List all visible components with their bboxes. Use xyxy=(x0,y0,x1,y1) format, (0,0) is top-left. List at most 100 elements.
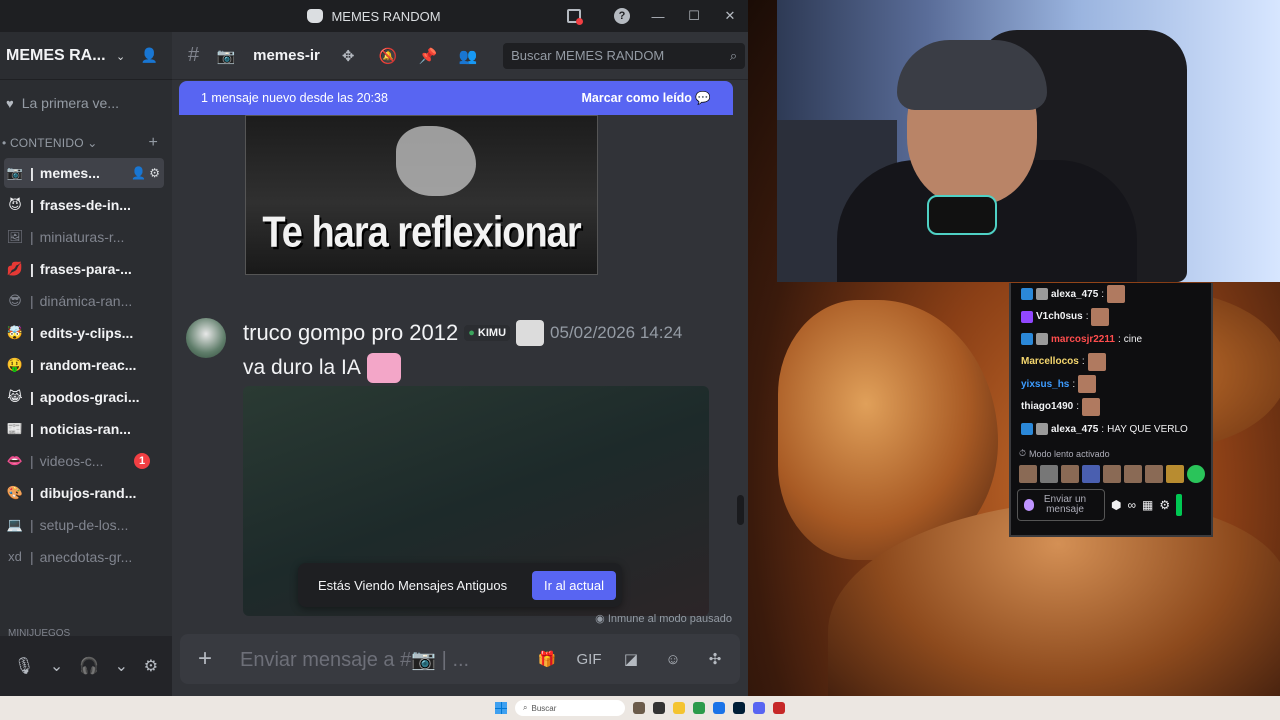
headphones-icon[interactable]: 🎧 xyxy=(79,656,99,676)
store-icon[interactable]: ▦ xyxy=(1142,498,1153,512)
close-button[interactable]: ✕ xyxy=(712,8,748,24)
search-input[interactable]: Buscar MEMES RANDOM ⌕ xyxy=(503,42,746,69)
chat-username[interactable]: Marcellocos xyxy=(1021,356,1079,367)
avatar[interactable] xyxy=(186,318,226,358)
browser-icon[interactable] xyxy=(713,702,725,714)
attach-plus-icon[interactable]: + xyxy=(198,645,220,673)
server-name[interactable]: MEMES RA... xyxy=(6,47,106,64)
composer-separator: | xyxy=(441,648,447,671)
emoji-icon[interactable]: ☺ xyxy=(658,651,688,668)
mark-as-read-label: Marcar como leído xyxy=(581,90,692,105)
microphone-icon[interactable]: 🎙 xyxy=(14,656,34,676)
sticker-icon[interactable]: ◪ xyxy=(616,650,646,668)
discord-window: MEMES RANDOM ? — ☐ ✕ MEMES RA... ⌄ 👤 ♥ L… xyxy=(0,0,748,696)
sidebar-channel-item[interactable]: xd | anecdotas-gr... xyxy=(4,542,164,572)
minimize-button[interactable]: — xyxy=(640,9,676,24)
help-icon[interactable]: ? xyxy=(614,8,630,24)
new-messages-banner[interactable]: 1 mensaje nuevo desde las 20:38 Marcar c… xyxy=(179,81,733,115)
inbox-icon[interactable] xyxy=(567,9,583,25)
twitch-chat-line: thiago1490: xyxy=(1011,396,1211,419)
taskbar-search[interactable]: ⌕ Buscar xyxy=(515,700,625,716)
sidebar-channel-item[interactable]: 🤑 | random-reac... xyxy=(4,350,164,380)
pin-icon[interactable]: 📌 xyxy=(415,47,441,65)
pig-emoji-icon xyxy=(366,353,401,383)
microphone-icon[interactable] xyxy=(1024,498,1034,511)
sidebar-channel-item[interactable]: 💻 | setup-de-los... xyxy=(4,510,164,540)
chat-username[interactable]: yixsus_hs xyxy=(1021,379,1069,390)
maximize-button[interactable]: ☐ xyxy=(676,8,712,24)
chat-username[interactable]: marcosjr2211 xyxy=(1051,334,1115,345)
category-label-group[interactable]: • CONTENIDO ⌄ xyxy=(2,136,98,150)
channel-name: dinámica-ran... xyxy=(39,293,133,309)
chat-username[interactable]: thiago1490 xyxy=(1021,401,1073,412)
sidebar-channel-item[interactable]: 🤯 | edits-y-clips... xyxy=(4,318,164,348)
member-list-icon[interactable]: 👥 xyxy=(455,47,481,65)
twitch-emote-bar[interactable] xyxy=(1011,464,1211,483)
obs-icon[interactable] xyxy=(773,702,785,714)
sidebar-channel-item[interactable]: 📰 | noticias-ran... xyxy=(4,414,164,444)
sidebar-channel-item[interactable]: 🎨 | dibujos-rand... xyxy=(4,478,164,508)
taskview-icon[interactable] xyxy=(633,702,645,714)
chat-username[interactable]: V1ch0sus xyxy=(1036,311,1083,322)
server-header[interactable]: MEMES RA... ⌄ 👤 xyxy=(0,32,172,80)
twitch-chat-line: yixsus_hs: xyxy=(1011,373,1211,396)
file-explorer-icon[interactable] xyxy=(673,702,685,714)
invite-people-icon[interactable]: 👤 xyxy=(141,47,158,64)
sidebar-channel-item[interactable]: 💋 | frases-para-... xyxy=(4,254,164,284)
sidebar-channel-item[interactable]: 🖼 | miniaturas-r... xyxy=(4,222,164,252)
channel-name: dibujos-rand... xyxy=(39,485,137,501)
server-tag-badge[interactable]: KIMU xyxy=(464,325,511,341)
audio-options-chevron-icon[interactable]: ⌄ xyxy=(115,656,128,676)
terminal-icon[interactable] xyxy=(653,702,665,714)
user-settings-gear-icon[interactable]: ⚙ xyxy=(144,656,158,676)
threads-icon[interactable]: ✥ xyxy=(335,47,361,65)
sidebar-channel-item[interactable]: 😈 | frases-de-in... xyxy=(4,190,164,220)
twitch-chat-input[interactable]: Enviar un mensaje xyxy=(1017,488,1105,521)
emote-icon[interactable] xyxy=(1187,464,1205,483)
scrollbar-thumb[interactable] xyxy=(737,495,744,525)
category-header[interactable]: • CONTENIDO ⌄ + xyxy=(0,130,172,156)
chat-emote-icon xyxy=(1082,397,1101,416)
apps-icon[interactable]: ✣ xyxy=(700,650,730,668)
channel-settings-icon[interactable]: 👤 ⚙ xyxy=(131,166,160,180)
emote-icon[interactable] xyxy=(1040,464,1058,483)
message-author[interactable]: truco gompo pro 2012 xyxy=(243,320,458,346)
channel-name: edits-y-clips... xyxy=(39,325,134,341)
chat-username[interactable]: alexa_475 xyxy=(1051,424,1098,435)
meme-image-attachment[interactable]: Te hara reflexionar xyxy=(245,115,598,275)
discord-icon[interactable] xyxy=(753,702,765,714)
chevron-down-icon[interactable]: ⌄ xyxy=(116,51,125,63)
photoshop-icon[interactable] xyxy=(733,702,745,714)
search-placeholder: Buscar MEMES RANDOM xyxy=(511,48,665,63)
jump-to-present-button[interactable]: Ir al actual xyxy=(532,570,616,600)
sidebar-channel-item[interactable]: 👄 | videos-c... 1 xyxy=(4,446,164,476)
emote-icon[interactable] xyxy=(1103,464,1121,483)
infinity-icon[interactable]: ∞ xyxy=(1127,498,1136,512)
server-name-group[interactable]: MEMES RA... ⌄ xyxy=(6,47,125,65)
sidebar-channel-item[interactable]: 😹 | apodos-graci... xyxy=(4,382,164,412)
windows-start-icon[interactable] xyxy=(495,702,507,714)
message-input[interactable]: Enviar mensaje a #📷 | ... xyxy=(240,647,520,672)
emote-icon[interactable] xyxy=(1061,464,1079,483)
category-chevron-icon: ⌄ xyxy=(87,136,98,150)
sidebar-channel-item[interactable]: 😎 | dinámica-ran... xyxy=(4,286,164,316)
emote-icon[interactable] xyxy=(1082,464,1100,483)
settings-gear-icon[interactable]: ⚙ xyxy=(1159,498,1170,512)
chrome-icon[interactable] xyxy=(693,702,705,714)
emote-icon[interactable] xyxy=(1124,464,1142,483)
gift-icon[interactable]: 🎁 xyxy=(532,650,562,668)
new-messages-text[interactable]: 1 mensaje nuevo desde las 20:38 xyxy=(201,91,388,105)
emote-icon[interactable] xyxy=(1145,464,1163,483)
mention-badge: 1 xyxy=(134,453,150,469)
emote-icon[interactable] xyxy=(1019,464,1037,483)
gif-icon[interactable]: GIF xyxy=(574,651,604,668)
mark-as-read-button[interactable]: Marcar como leído 💬 xyxy=(581,91,711,106)
notification-muted-icon[interactable]: 🔕 xyxy=(375,47,401,65)
chat-username[interactable]: alexa_475 xyxy=(1051,289,1098,300)
pinned-channel-item[interactable]: ♥ La primera ve... xyxy=(0,80,172,126)
mic-options-chevron-icon[interactable]: ⌄ xyxy=(50,656,63,676)
bits-icon[interactable]: ⬢ xyxy=(1111,498,1121,512)
emote-icon[interactable] xyxy=(1166,464,1184,483)
sidebar-channel-item[interactable]: 📷 | memes... 👤 ⚙ xyxy=(4,158,164,188)
add-channel-icon[interactable]: + xyxy=(148,134,158,152)
